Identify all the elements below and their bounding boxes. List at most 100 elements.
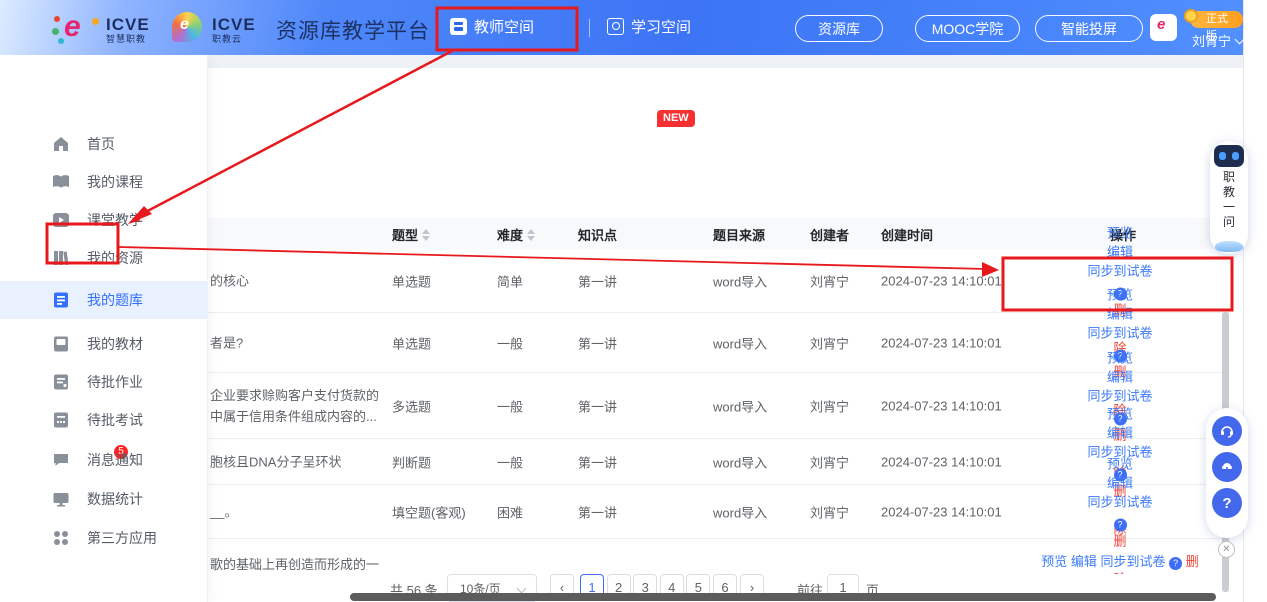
preview-link[interactable]: 预览 — [1041, 554, 1067, 569]
sidebar-item-4[interactable]: 我的资源 — [0, 239, 208, 277]
knowledge-point: 第一讲 — [578, 396, 617, 415]
icve-cloud-logo-icon — [172, 12, 202, 42]
customer-service-button[interactable] — [1212, 416, 1242, 446]
question-source: word导入 — [713, 452, 767, 471]
preview-link[interactable]: 预览 — [1107, 350, 1133, 365]
app-window: e ICVE 智慧职教 ICVE 职教云 资源库教学平台 教师空间 学习空间 资… — [0, 0, 1267, 602]
sidebar-item-10[interactable]: 数据统计 — [0, 480, 208, 518]
classroom-icon — [52, 211, 70, 229]
sidebar-item-9[interactable]: 5消息通知 — [0, 441, 208, 479]
question-type: 单选题 — [392, 333, 431, 352]
preview-link[interactable]: 预览 — [1107, 406, 1133, 421]
question-text: __。 — [210, 501, 382, 522]
mooc-college-button[interactable]: MOOC学院 — [915, 15, 1020, 42]
question-text: 企业要求赊购客户支付货款的 中属于信用条件组成内容的... — [210, 385, 382, 427]
sidebar-item-label: 数据统计 — [87, 489, 143, 509]
home-icon — [52, 135, 70, 153]
user-menu[interactable]: 刘宵宁 — [1192, 31, 1243, 50]
smart-cast-button[interactable]: 智能投屏 — [1035, 15, 1143, 42]
question-type: 填空题(客观) — [392, 502, 466, 521]
medal-icon — [1184, 9, 1198, 23]
column-creator: 创建者 — [810, 225, 849, 244]
column-difficulty[interactable]: 难度 — [497, 225, 535, 244]
help-icon[interactable]: ? — [1114, 518, 1127, 531]
created-time: 2024-07-23 14:10:01 — [881, 454, 1002, 469]
sidebar-item-1[interactable]: 首页 — [0, 125, 208, 163]
created-time: 2024-07-23 14:10:01 — [881, 335, 1002, 350]
edit-link[interactable]: 编辑 — [1107, 369, 1133, 384]
version-badge: 正式版 — [1190, 11, 1243, 28]
edit-link[interactable]: 编辑 — [1107, 306, 1133, 321]
question-text-partial: 歌的基础上再创造而形成的一 — [210, 554, 390, 573]
question-icon: ? — [1222, 495, 1231, 512]
robot-icon — [1214, 145, 1244, 167]
creator: 刘宵宁 — [810, 271, 849, 290]
created-time: 2024-07-23 14:10:01 — [881, 273, 1002, 288]
close-icon[interactable]: ✕ — [1218, 541, 1235, 558]
created-time: 2024-07-23 14:10:01 — [881, 504, 1002, 519]
knowledge-point: 第一讲 — [578, 271, 617, 290]
homework-icon — [52, 373, 70, 391]
sidebar-item-8[interactable]: 待批考试 — [0, 401, 208, 439]
sync-to-paper-link[interactable]: 同步到试卷 — [1087, 494, 1152, 509]
question-text: 胞核且DNA分子呈环状 — [210, 451, 382, 472]
headset-icon — [1219, 423, 1235, 439]
sidebar-item-label: 我的课程 — [87, 172, 143, 192]
brand-smart-vocational: ICVE 智慧职教 — [106, 16, 150, 44]
preview-link[interactable]: 预览 — [1107, 456, 1133, 471]
app-icon[interactable]: e — [1150, 14, 1177, 41]
sidebar-item-6[interactable]: 我的教材 — [0, 325, 208, 363]
download-center-button[interactable] — [1212, 452, 1242, 482]
sort-icon[interactable] — [527, 229, 535, 241]
creator: 刘宵宁 — [810, 502, 849, 521]
question-bank-icon — [52, 291, 70, 309]
question-source: word导入 — [713, 271, 767, 290]
sidebar-item-3[interactable]: 课堂教学 — [0, 201, 208, 239]
resource-library-button[interactable]: 资源库 — [795, 15, 883, 42]
horizontal-scrollbar[interactable] — [350, 593, 1216, 601]
sidebar-item-7[interactable]: 待批作业 — [0, 363, 208, 401]
help-icon[interactable]: ? — [1169, 557, 1182, 570]
sync-to-paper-link[interactable]: 同步到试卷 — [1101, 554, 1166, 569]
help-button[interactable]: ? — [1212, 488, 1242, 518]
edit-link[interactable]: 编辑 — [1071, 554, 1097, 569]
knowledge-point: 第一讲 — [578, 452, 617, 471]
sidebar-item-label: 待批考试 — [87, 410, 143, 430]
sidebar-item-2[interactable]: 我的课程 — [0, 163, 208, 201]
cloud-icon — [1215, 241, 1243, 252]
tab-teacher-space[interactable]: 教师空间 — [450, 16, 534, 37]
question-text: 者是? — [210, 332, 382, 353]
courses-icon — [52, 173, 70, 191]
tab-student-space[interactable]: 学习空间 — [607, 16, 691, 37]
delete-link[interactable]: 删 — [1113, 533, 1126, 548]
question-source: word导入 — [713, 396, 767, 415]
creator: 刘宵宁 — [810, 452, 849, 471]
sidebar-item-label: 消息通知 — [87, 450, 143, 470]
question-text: 的核心 — [210, 270, 382, 291]
edit-link[interactable]: 编辑 — [1107, 244, 1133, 259]
column-type[interactable]: 题型 — [392, 225, 430, 244]
creator: 刘宵宁 — [810, 396, 849, 415]
column-knowledge: 知识点 — [578, 225, 617, 244]
sort-icon[interactable] — [422, 229, 430, 241]
new-badge: NEW — [657, 110, 695, 127]
sidebar-item-label: 课堂教学 — [87, 210, 143, 230]
brand-vocational-cloud: ICVE 职教云 — [212, 16, 256, 44]
exam-icon — [52, 411, 70, 429]
sidebar-item-5[interactable]: 我的题库 — [0, 281, 208, 319]
question-difficulty: 一般 — [497, 333, 523, 352]
sidebar-item-11[interactable]: 第三方应用 — [0, 519, 208, 557]
assistant-widget[interactable]: 职教一问 — [1210, 141, 1248, 254]
question-difficulty: 困难 — [497, 502, 523, 521]
page-title: 资源库教学平台 — [276, 15, 430, 45]
sidebar-item-label: 第三方应用 — [87, 528, 157, 548]
apps-icon — [52, 529, 70, 547]
question-type: 判断题 — [392, 452, 431, 471]
delete-link[interactable]: 删 — [1186, 554, 1199, 569]
preview-link[interactable]: 预览 — [1107, 287, 1133, 302]
nav-divider — [589, 19, 590, 37]
sidebar: 首页我的课程课堂教学我的资源我的题库我的教材待批作业待批考试 5消息通知数据统计第… — [0, 55, 208, 602]
preview-link[interactable]: 预览 — [1107, 225, 1133, 240]
edit-link[interactable]: 编辑 — [1107, 475, 1133, 490]
resources-icon — [52, 249, 70, 267]
